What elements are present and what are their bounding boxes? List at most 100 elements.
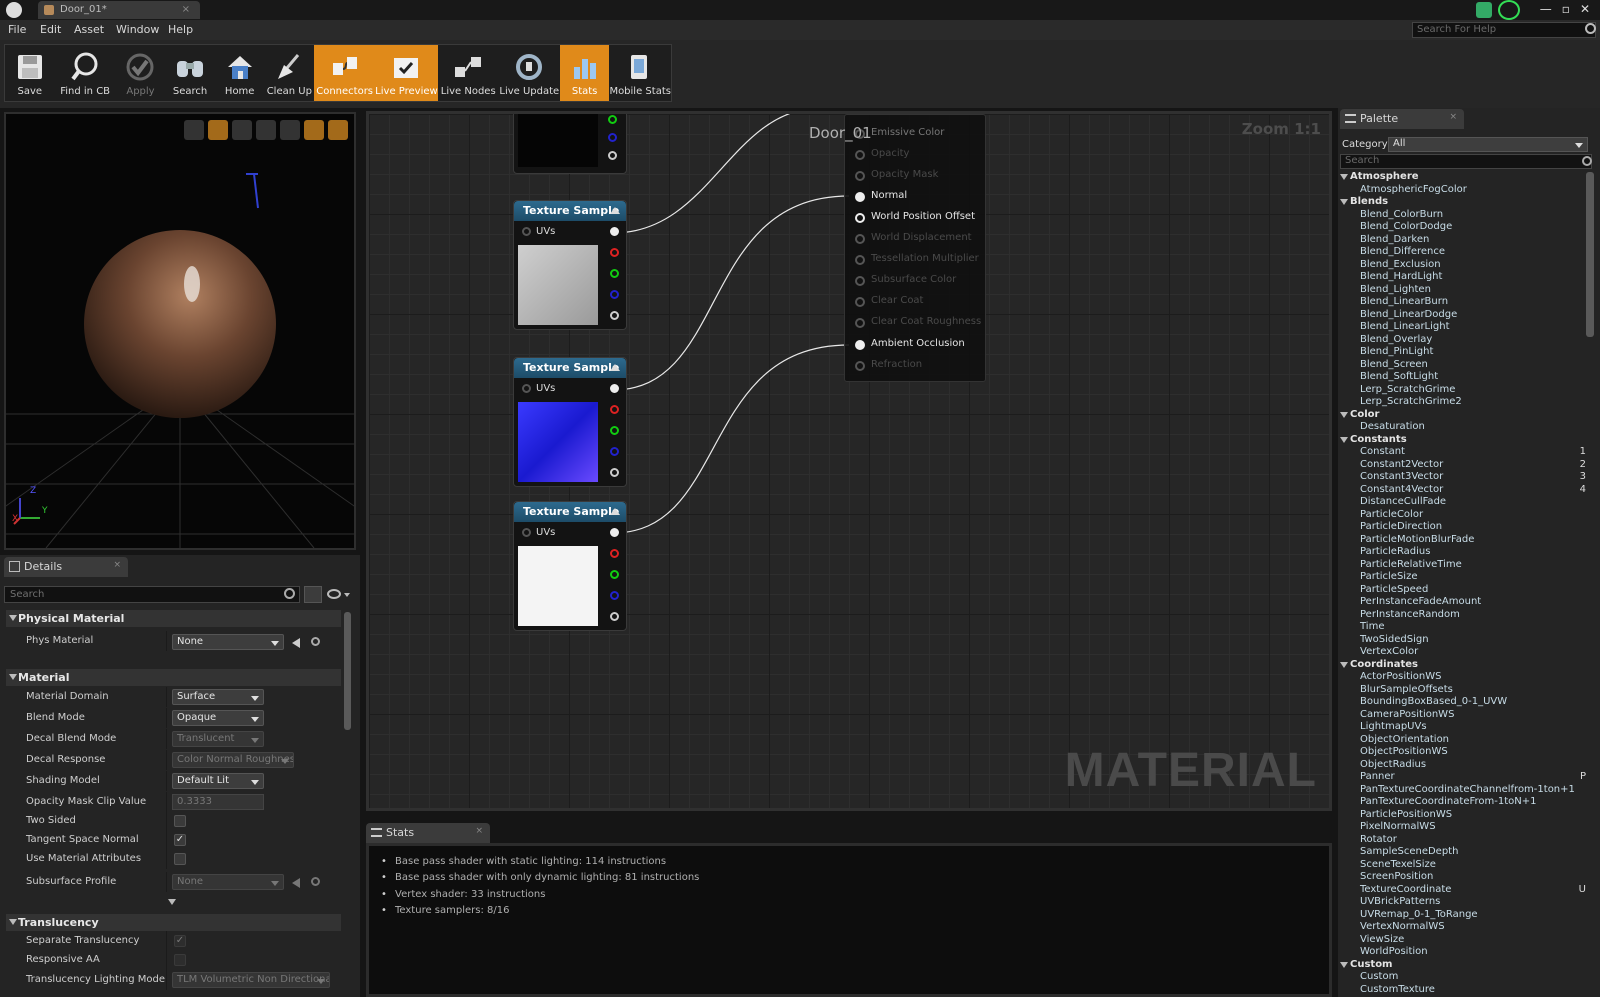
- red-output-pin[interactable]: [610, 549, 619, 558]
- close-palette-icon[interactable]: ×: [1449, 112, 1457, 122]
- palette-item[interactable]: VertexNormalWS: [1340, 921, 1586, 934]
- palette-item[interactable]: PixelNormalWS: [1340, 821, 1586, 834]
- browse-icon[interactable]: [311, 637, 320, 646]
- palette-search-input[interactable]: Search: [1340, 154, 1592, 169]
- palette-item[interactable]: CameraPositionWS: [1340, 709, 1586, 722]
- menu-edit[interactable]: Edit: [40, 23, 61, 36]
- palette-category[interactable]: Coordinates: [1340, 659, 1586, 672]
- live-update-button[interactable]: Live Update: [499, 45, 560, 101]
- close-window-button[interactable]: ✕: [1580, 2, 1590, 16]
- palette-item[interactable]: ParticleMotionBlurFade: [1340, 534, 1586, 547]
- decal-blend-mode-dropdown[interactable]: Translucent: [172, 731, 264, 747]
- pin-world-displacement[interactable]: [855, 234, 865, 244]
- palette-item[interactable]: Rotator: [1340, 834, 1586, 847]
- palette-item[interactable]: PerInstanceRandom: [1340, 609, 1586, 622]
- connectors-button[interactable]: Connectors: [314, 45, 376, 101]
- material-graph[interactable]: Zoom 1:1 MATERIAL Texture Sample UVs Tex…: [366, 111, 1332, 811]
- palette-item[interactable]: SceneTexelSize: [1340, 859, 1586, 872]
- palette-item[interactable]: Constant3Vector 3: [1340, 471, 1586, 484]
- sphere-preview-icon[interactable]: [208, 120, 228, 140]
- section-material[interactable]: Material: [6, 669, 341, 686]
- palette-item[interactable]: ObjectRadius: [1340, 759, 1586, 772]
- help-search-input[interactable]: Search For Help: [1412, 22, 1596, 38]
- palette-item[interactable]: Time: [1340, 621, 1586, 634]
- red-output-pin[interactable]: [610, 248, 619, 257]
- separate-translucency-checkbox[interactable]: ✓: [174, 935, 186, 947]
- palette-item[interactable]: VertexColor: [1340, 646, 1586, 659]
- uvs-input-pin[interactable]: [522, 227, 531, 236]
- rgb-output-pin[interactable]: [610, 384, 619, 393]
- menu-file[interactable]: File: [8, 23, 26, 36]
- palette-item[interactable]: Blend_LinearDodge: [1340, 309, 1586, 322]
- details-tab[interactable]: Details ×: [4, 557, 128, 577]
- material-domain-dropdown[interactable]: Surface: [172, 689, 264, 705]
- texture-sample-node-3[interactable]: Texture Sample UVs: [513, 501, 627, 631]
- minimize-button[interactable]: —: [1540, 2, 1552, 16]
- palette-item[interactable]: PanTextureCoordinateChannelfrom-1ton+1: [1340, 784, 1586, 797]
- view-options-chevron-icon[interactable]: [344, 593, 350, 597]
- shading-model-dropdown[interactable]: Default Lit: [172, 773, 264, 789]
- translucency-lighting-mode-dropdown[interactable]: TLM Volumetric Non Directional: [172, 972, 330, 988]
- palette-item[interactable]: PerInstanceFadeAmount: [1340, 596, 1586, 609]
- palette-item[interactable]: Constant4Vector 4: [1340, 484, 1586, 497]
- apply-button[interactable]: Apply: [116, 45, 166, 101]
- green-output-pin[interactable]: [608, 115, 617, 124]
- opacity-mask-clip-input[interactable]: 0.3333: [172, 794, 264, 810]
- palette-item[interactable]: ActorPositionWS: [1340, 671, 1586, 684]
- palette-item[interactable]: ParticleColor: [1340, 509, 1586, 522]
- pin-world-position-offset[interactable]: [855, 213, 865, 223]
- pin-clear-coat-roughness[interactable]: [855, 318, 865, 328]
- palette-item[interactable]: Panner P: [1340, 771, 1586, 784]
- tangent-space-normal-checkbox[interactable]: ✓: [174, 834, 186, 846]
- palette-item[interactable]: Constant 1: [1340, 446, 1586, 459]
- palette-item[interactable]: Lerp_ScratchGrime: [1340, 384, 1586, 397]
- palette-search-icon[interactable]: [1582, 156, 1592, 166]
- find-in-cb-button[interactable]: Find in CB: [55, 45, 116, 101]
- texture-sample-node-1[interactable]: Texture Sample UVs: [513, 200, 627, 330]
- decal-response-dropdown[interactable]: Color Normal Roughness: [172, 752, 294, 768]
- rgb-output-pin[interactable]: [610, 528, 619, 537]
- realtime-toggle-icon[interactable]: [328, 120, 348, 140]
- category-dropdown[interactable]: All: [1388, 137, 1588, 152]
- palette-item[interactable]: Blend_Exclusion: [1340, 259, 1586, 272]
- palette-item[interactable]: ObjectPositionWS: [1340, 746, 1586, 759]
- texture-sample-node-2[interactable]: Texture Sample UVs: [513, 357, 627, 487]
- texture-sample-node-partial[interactable]: [513, 114, 627, 174]
- stats-button[interactable]: Stats: [559, 45, 610, 101]
- chat-icon[interactable]: [1476, 2, 1492, 18]
- palette-item[interactable]: ParticleSize: [1340, 571, 1586, 584]
- pin-normal[interactable]: [855, 192, 865, 202]
- uvs-input-pin[interactable]: [522, 384, 531, 393]
- blend-mode-dropdown[interactable]: Opaque: [172, 710, 264, 726]
- green-output-pin[interactable]: [610, 269, 619, 278]
- palette-category[interactable]: Custom: [1340, 959, 1586, 972]
- rgb-output-pin[interactable]: [610, 227, 619, 236]
- green-output-pin[interactable]: [610, 426, 619, 435]
- palette-item[interactable]: Blend_ColorBurn: [1340, 209, 1586, 222]
- use-material-attributes-checkbox[interactable]: [174, 853, 186, 865]
- document-tab[interactable]: Door_01* ×: [38, 1, 200, 19]
- pin-opacity[interactable]: [855, 150, 865, 160]
- menu-help[interactable]: Help: [168, 23, 193, 36]
- palette-category[interactable]: Color: [1340, 409, 1586, 422]
- palette-item[interactable]: Blend_SoftLight: [1340, 371, 1586, 384]
- pin-ambient-occlusion[interactable]: [855, 340, 865, 350]
- palette-item[interactable]: ParticleRelativeTime: [1340, 559, 1586, 572]
- section-physical-material[interactable]: Physical Material: [6, 610, 341, 627]
- responsive-aa-checkbox[interactable]: [174, 954, 186, 966]
- pin-refraction[interactable]: [855, 361, 865, 371]
- use-selected-arrow-icon[interactable]: [292, 878, 300, 888]
- palette-category[interactable]: Constants: [1340, 434, 1586, 447]
- grid-toggle-icon[interactable]: [304, 120, 324, 140]
- mobile-stats-button[interactable]: Mobile Stats: [609, 45, 671, 101]
- stats-tab[interactable]: Stats ×: [366, 823, 490, 843]
- live-nodes-button[interactable]: Live Nodes: [438, 45, 499, 101]
- pin-subsurface-color[interactable]: [855, 276, 865, 286]
- palette-scrollbar[interactable]: [1586, 172, 1594, 337]
- close-stats-icon[interactable]: ×: [475, 826, 483, 836]
- home-button[interactable]: Home: [215, 45, 265, 101]
- palette-item[interactable]: AtmosphericFogColor: [1340, 184, 1586, 197]
- palette-item[interactable]: Blend_Lighten: [1340, 284, 1586, 297]
- subsurface-profile-dropdown[interactable]: None: [172, 874, 284, 890]
- palette-item[interactable]: Lerp_ScratchGrime2: [1340, 396, 1586, 409]
